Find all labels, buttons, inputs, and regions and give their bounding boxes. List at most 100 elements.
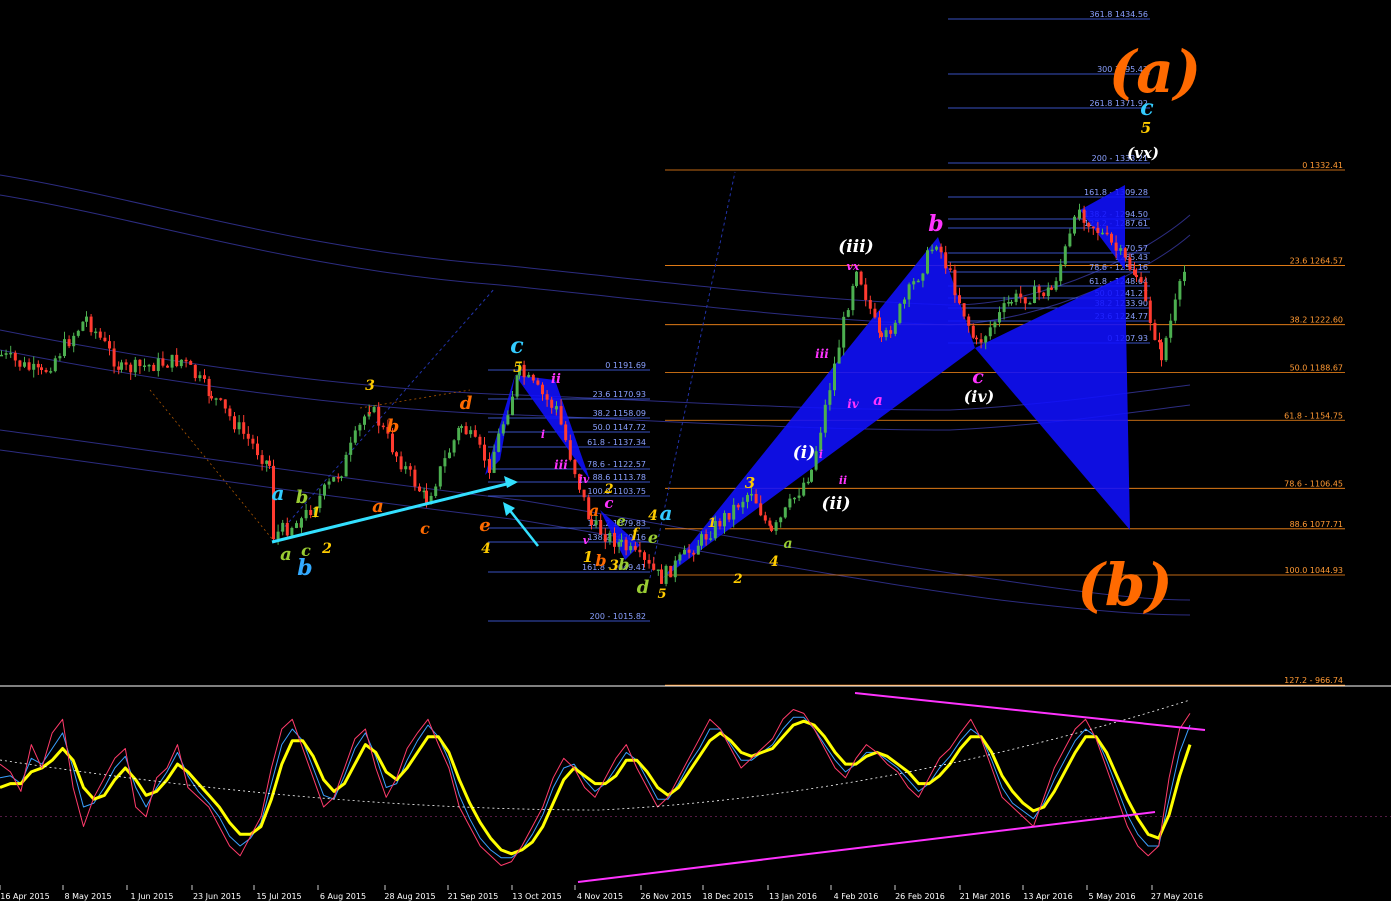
price-chart[interactable]: 0 1332.41 23.6 1264.57 38.2 1222.60 50.0 11… <box>0 0 1391 901</box>
candle-body <box>582 489 586 498</box>
candle-body <box>460 426 463 428</box>
candle-body <box>568 440 572 460</box>
candle-body <box>1028 302 1032 305</box>
candle-body <box>1110 233 1113 243</box>
candle-body <box>49 371 53 373</box>
candle-body <box>1123 248 1127 258</box>
candle-body <box>656 569 660 571</box>
candle-body <box>94 331 98 334</box>
candle-body <box>1050 287 1053 290</box>
candle-body <box>1002 303 1006 313</box>
candle-body <box>124 362 128 365</box>
wave-label: 1 <box>311 505 321 521</box>
candle-body <box>692 552 696 555</box>
wave-label: b <box>297 555 312 581</box>
candle-body <box>842 316 846 348</box>
candle-body <box>492 451 496 473</box>
candle-body <box>1087 222 1091 227</box>
candle-body <box>112 348 116 367</box>
candle-body <box>898 303 902 323</box>
candle-body <box>678 554 682 561</box>
candle-body <box>1054 281 1058 290</box>
candle-body <box>184 359 188 362</box>
candle-body <box>1101 232 1104 235</box>
candle-body <box>434 486 438 496</box>
candle-body <box>806 481 810 484</box>
candle-body <box>418 486 421 492</box>
wave-label: ii <box>551 372 561 387</box>
candle-body <box>638 549 642 553</box>
wave-label: a <box>272 481 285 505</box>
wave-label: a <box>660 501 673 525</box>
candle-body <box>129 364 133 373</box>
candle-body <box>783 507 787 518</box>
candle-body <box>214 398 218 400</box>
candle-body <box>103 337 107 342</box>
candle-body <box>358 424 362 431</box>
candle-body <box>483 444 486 461</box>
candle-body <box>1091 226 1095 229</box>
candle-body <box>603 534 607 542</box>
candle-body <box>647 559 651 564</box>
candle-body <box>555 406 558 410</box>
date-label: 27 May 2016 <box>1151 892 1203 901</box>
candle-body <box>281 522 285 532</box>
fib-mid-label: 78.6 - 1122.57 <box>587 460 646 469</box>
candle-body <box>531 374 535 381</box>
candle-body <box>147 364 151 367</box>
candle-body <box>1119 248 1123 251</box>
wave-label: b <box>618 555 629 574</box>
candle-body <box>198 375 202 379</box>
candle-body <box>413 469 417 487</box>
candle-body <box>395 452 398 457</box>
candle-body <box>1037 286 1041 293</box>
date-label: 26 Feb 2016 <box>895 892 945 901</box>
candle-body <box>930 249 934 252</box>
wave-label: 4 <box>481 541 491 557</box>
candle-body <box>1148 300 1152 323</box>
candle-body <box>1144 282 1148 301</box>
candle-body <box>170 354 174 368</box>
wave-label: 3 <box>365 378 375 394</box>
candle-body <box>473 430 477 437</box>
candle-body <box>1033 286 1036 303</box>
candle-body <box>300 518 303 528</box>
candle-body <box>323 484 326 496</box>
candle-body <box>810 469 813 482</box>
candle-body <box>527 374 531 378</box>
candle-body <box>1007 302 1011 304</box>
fib-mid-label: 61.8 - 1137.34 <box>587 438 646 447</box>
wave-label: b <box>595 551 606 570</box>
wave-label: b <box>928 211 943 237</box>
candle-body <box>1042 292 1046 297</box>
candle-body <box>368 412 371 414</box>
candle-body <box>935 246 938 250</box>
candle-body <box>166 365 169 368</box>
wave-label: a <box>372 496 384 517</box>
candle-body <box>802 482 806 496</box>
candle-body <box>353 430 357 443</box>
candle-body <box>349 442 353 455</box>
fib-mid-label: 50.0 1147.72 <box>593 423 646 432</box>
trend-arrow-line <box>507 507 539 547</box>
wave-label: 3 <box>745 474 755 492</box>
candle-body <box>276 531 280 540</box>
candle-body <box>736 504 740 508</box>
candle-body <box>958 295 961 304</box>
candle-body <box>1164 337 1168 361</box>
candle-body <box>219 398 223 400</box>
candle-body <box>260 455 264 464</box>
candle-body <box>652 563 656 570</box>
candle-body <box>522 364 526 378</box>
candle-body <box>884 330 888 338</box>
candle-body <box>1014 293 1018 302</box>
candle-body <box>564 424 568 441</box>
candle-body <box>700 534 703 546</box>
candle-body <box>438 466 442 487</box>
candle-body <box>36 363 40 368</box>
candle-body <box>152 364 156 371</box>
candle-body <box>63 339 66 357</box>
candle-body <box>223 399 227 409</box>
date-label: 18 Dec 2015 <box>702 892 753 901</box>
candle-body <box>464 426 468 435</box>
